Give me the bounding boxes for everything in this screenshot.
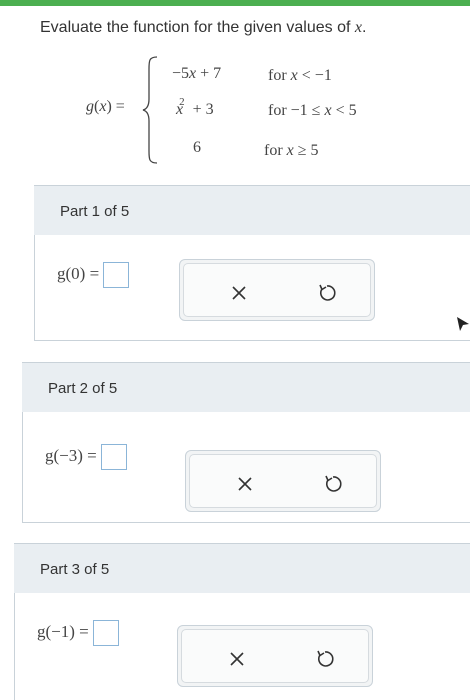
- case-3-condition: for x ≥ 5: [264, 142, 319, 159]
- case-2-condition: for −1 ≤ x < 5: [268, 102, 357, 119]
- part-2-answer-box[interactable]: [100, 444, 127, 470]
- prompt-end: .: [361, 19, 367, 36]
- part-2-body: g(−3) =: [22, 412, 470, 523]
- part-3-button-panel: [177, 625, 373, 687]
- part-1-clear-icon[interactable]: [224, 278, 254, 308]
- case-1-expression: −5x + 7: [172, 65, 222, 82]
- part-2-undo-icon[interactable]: [318, 469, 348, 499]
- part-1-header: Part 1 of 5: [34, 185, 470, 236]
- part-3-undo-icon[interactable]: [310, 644, 340, 674]
- problem-prompt: Evaluate the function for the given valu…: [40, 19, 366, 37]
- prompt-variable: x: [354, 19, 362, 36]
- part-1-expression-text: g(0) =: [57, 263, 100, 283]
- part-1-button-panel: [179, 259, 375, 321]
- part-1-label: Part 1 of 5: [60, 203, 130, 220]
- part-2-expression: g(−3) =: [45, 444, 127, 470]
- part-2-expression-text: g(−3) =: [45, 445, 97, 465]
- part-2-button-panel: [185, 450, 381, 512]
- part-3-expression-text: g(−1) =: [37, 621, 89, 641]
- part-3-body: g(−1) =: [14, 593, 470, 700]
- part-3-expression: g(−1) =: [37, 620, 119, 646]
- left-brace: [142, 56, 158, 164]
- part-1-button-panel-inner: [183, 263, 371, 317]
- part-1-expression: g(0) =: [57, 262, 130, 288]
- piecewise-function: g(x) = −5x + 7 for x < −1 x2 + 3 for −1 …: [0, 55, 470, 175]
- case-1-condition: for x < −1: [268, 67, 332, 84]
- part-1-undo-icon[interactable]: [312, 278, 342, 308]
- part-3-label: Part 3 of 5: [40, 561, 110, 578]
- part-3-header: Part 3 of 5: [14, 543, 470, 594]
- case-2-expression: x2 + 3: [176, 96, 214, 118]
- part-3-clear-icon[interactable]: [222, 644, 252, 674]
- part-3-button-panel-inner: [181, 629, 369, 683]
- part-1-answer-box[interactable]: [103, 262, 130, 288]
- part-2-clear-icon[interactable]: [230, 469, 260, 499]
- mouse-cursor-icon: [457, 317, 469, 331]
- part-1-body: g(0) =: [34, 235, 470, 341]
- prompt-text: Evaluate the function for the given valu…: [40, 19, 355, 36]
- top-accent-bar: [0, 0, 470, 6]
- function-lhs: g(x) =: [86, 98, 125, 115]
- part-2-header: Part 2 of 5: [22, 362, 470, 413]
- part-2-label: Part 2 of 5: [48, 380, 118, 397]
- case-3-expression: 6: [193, 139, 201, 156]
- part-3-answer-box[interactable]: [92, 620, 119, 646]
- part-2-button-panel-inner: [189, 454, 377, 508]
